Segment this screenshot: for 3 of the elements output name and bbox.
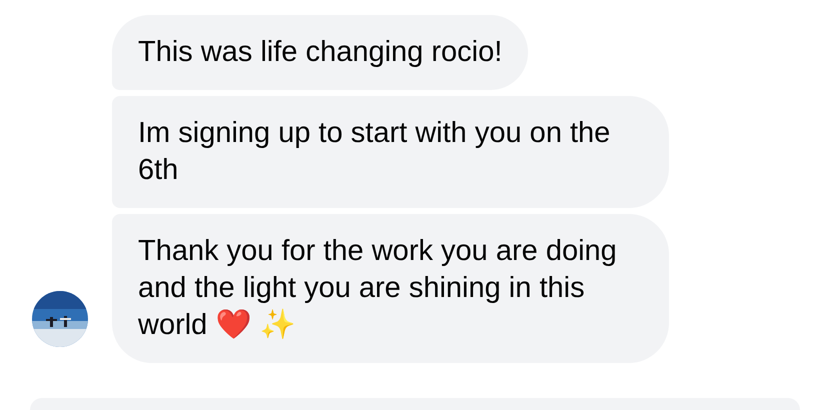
message-text: Im signing up to start with you on the 6th xyxy=(138,117,610,186)
message-text: This was life changing rocio! xyxy=(138,36,502,68)
message-text: Thank you for the work you are doing and the light you are shining in this world ❤ ✨ xyxy=(138,235,617,341)
